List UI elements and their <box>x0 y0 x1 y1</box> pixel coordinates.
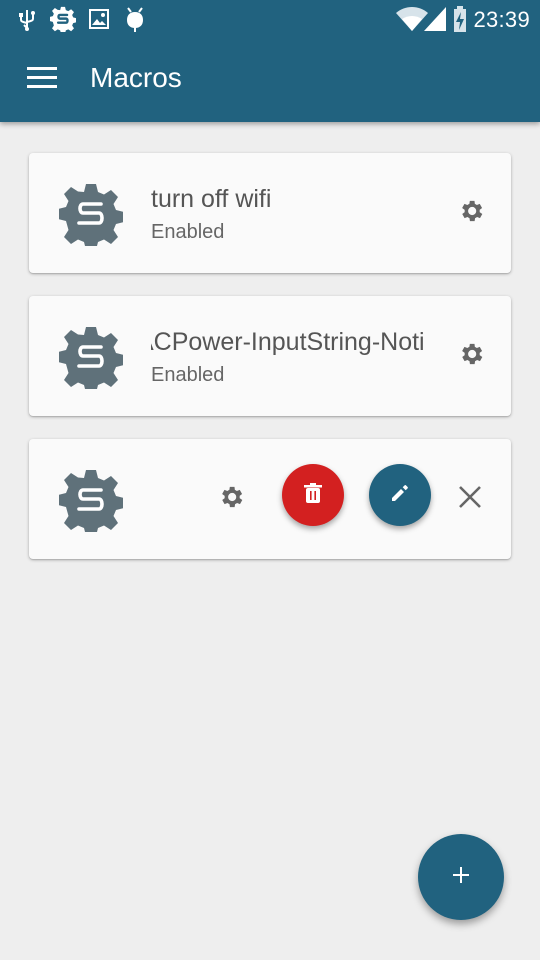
macro-gear-icon <box>59 468 123 532</box>
macro-status: Enabled <box>151 364 225 386</box>
delete-macro-button[interactable] <box>282 464 344 526</box>
macro-settings-button[interactable] <box>211 479 251 519</box>
macro-status: Enabled <box>151 221 225 243</box>
page-title: Macros <box>90 62 182 93</box>
usb-icon <box>16 8 38 37</box>
status-time: 23:39 <box>473 7 530 32</box>
macro-gear-icon <box>59 182 123 246</box>
macro-settings-button[interactable] <box>451 336 491 376</box>
image-icon <box>88 8 110 35</box>
settings-icon <box>457 340 485 373</box>
macro-card-acpower-inputstring[interactable]: ACPower-InputString-Noti Enabled <box>29 296 511 416</box>
android-debug-icon <box>124 6 146 37</box>
close-options-button[interactable] <box>448 477 492 521</box>
macro-card-turn-off-wifi[interactable]: turn off wifi Enabled <box>29 153 511 273</box>
delete-icon <box>304 482 322 508</box>
macrodroid-notification-icon <box>49 6 77 37</box>
macro-settings-button[interactable] <box>451 193 491 233</box>
close-icon <box>459 485 481 513</box>
battery-charging-icon <box>454 6 466 37</box>
macro-gear-icon <box>59 325 123 389</box>
macro-name: turn off wifi <box>151 185 272 213</box>
settings-icon <box>217 483 245 516</box>
cellular-signal-icon <box>424 7 446 36</box>
add-macro-button[interactable] <box>418 834 504 920</box>
app-bar: 23:39 Macros <box>0 0 540 122</box>
edit-macro-button[interactable] <box>369 464 431 526</box>
macro-name: ACPower-InputString-Noti <box>151 328 425 356</box>
hamburger-menu-icon <box>27 66 57 94</box>
edit-icon <box>390 483 410 508</box>
toolbar: Macros <box>0 40 540 122</box>
menu-button[interactable] <box>18 58 66 102</box>
status-bar: 23:39 <box>0 0 540 40</box>
settings-icon <box>457 197 485 230</box>
macro-card-options[interactable] <box>29 439 511 559</box>
add-icon <box>451 865 471 890</box>
